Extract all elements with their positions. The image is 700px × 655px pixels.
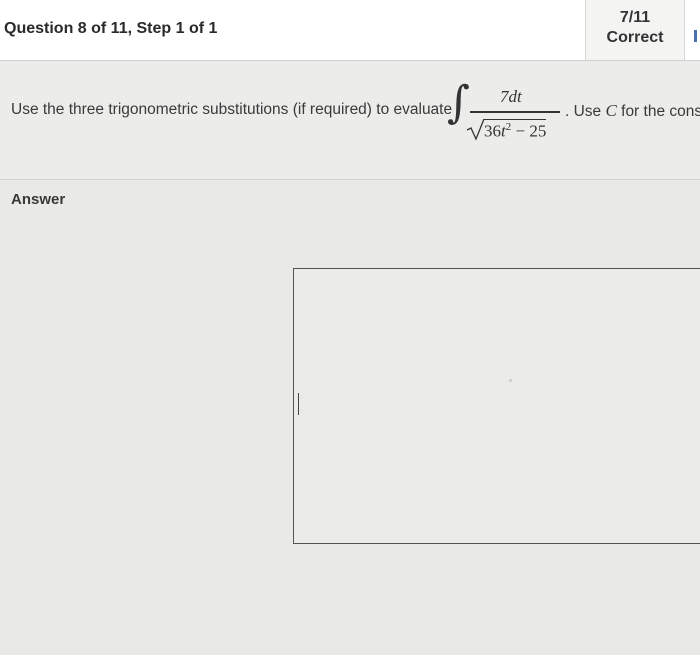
prompt-tail-suffix: for the cons (616, 103, 700, 120)
score-fraction: 7/11 (619, 9, 651, 26)
next-edge-indicator[interactable] (694, 30, 697, 42)
constant-variable: C (605, 101, 617, 120)
question-prompt: Use the three trigonometric substitution… (11, 101, 453, 118)
integral-denominator: 36t2 − 25 (484, 119, 547, 142)
text-caret (298, 393, 299, 415)
answer-input-box[interactable] (293, 268, 700, 544)
prompt-tail-prefix: . Use (565, 103, 606, 120)
question-title: Question 8 of 11, Step 1 of 1 (4, 20, 218, 37)
square-root-icon (466, 118, 485, 141)
score-box: 7/11 Correct (585, 0, 685, 60)
answer-label: Answer (11, 191, 66, 208)
denominator-coefficient: 36 (484, 121, 501, 141)
score-label: Correct (606, 29, 664, 46)
question-prompt-tail: . Use C for the cons (565, 101, 700, 121)
question-header: Question 8 of 11, Step 1 of 1 7/11 Corre… (0, 0, 700, 61)
decorative-dot (509, 379, 512, 382)
integral-numerator: 7dt (500, 87, 522, 106)
question-panel: Use the three trigonometric substitution… (0, 61, 700, 180)
denominator-constant: − 25 (511, 121, 547, 141)
